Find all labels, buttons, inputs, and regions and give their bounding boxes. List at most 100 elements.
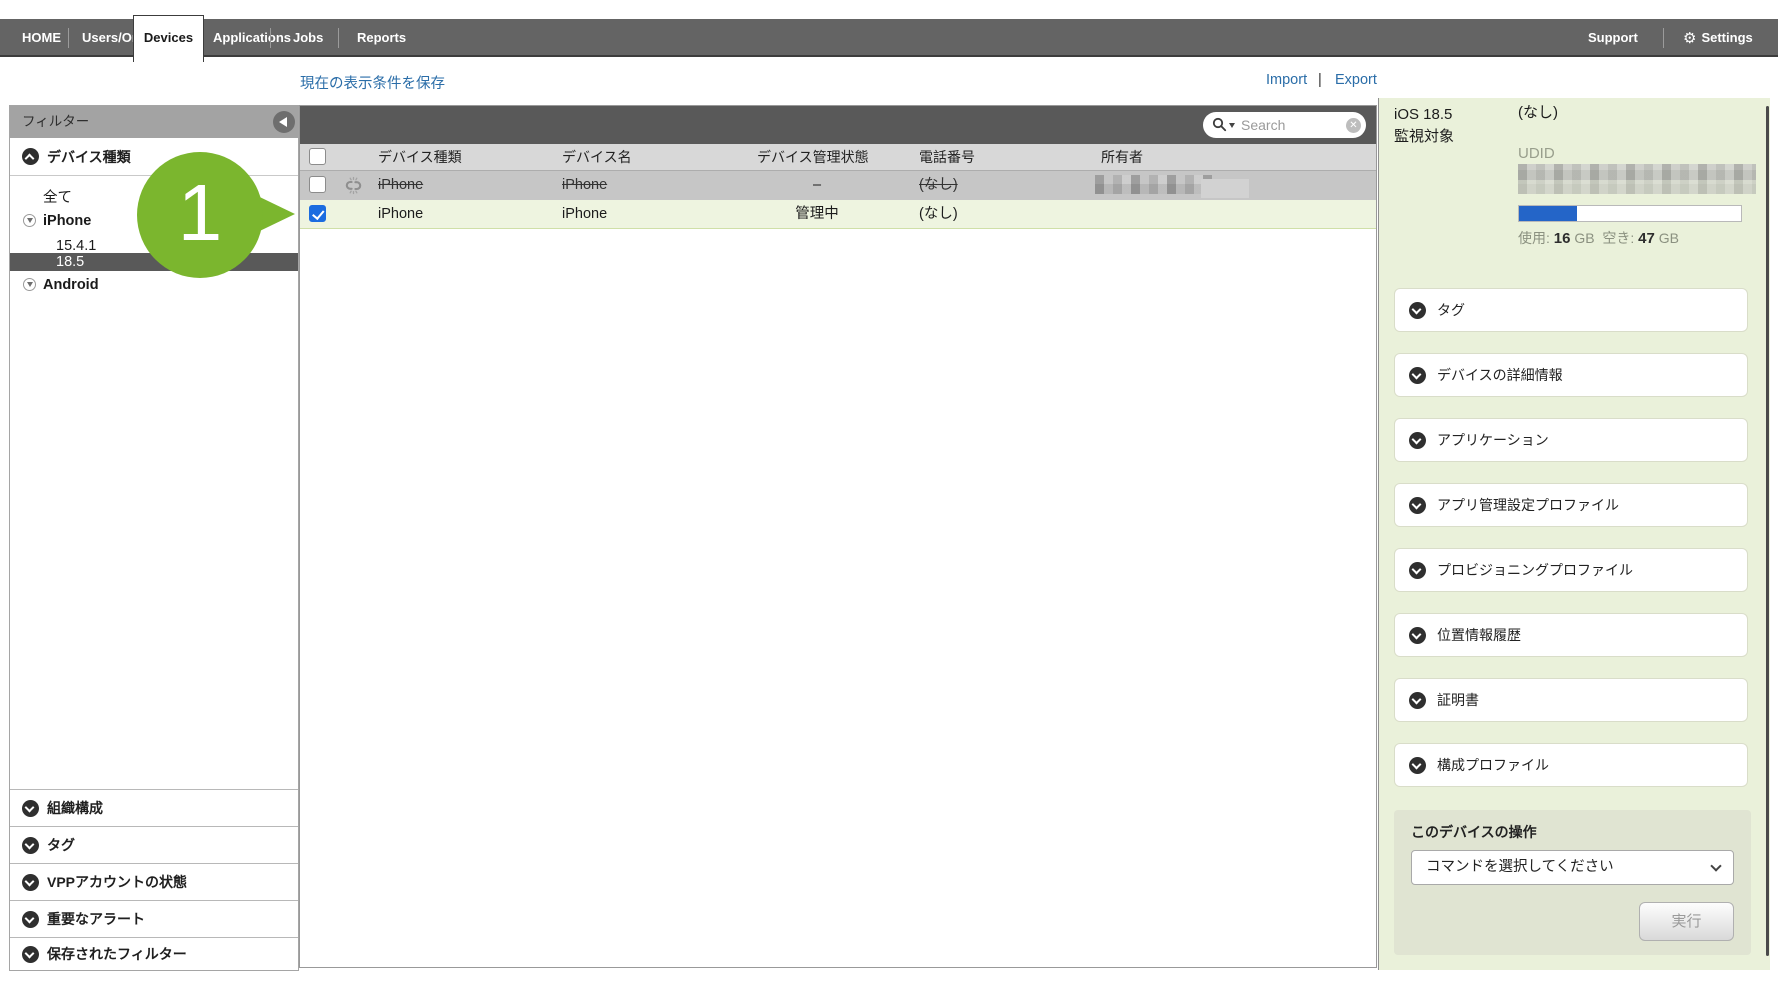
expand-toggle-icon[interactable]	[23, 278, 36, 291]
filter-sidebar: フィルター デバイス種類 全て iPhone 15.4.1 18.5 Andro…	[9, 105, 299, 971]
chevron-down-icon	[1710, 860, 1721, 871]
row-checkbox-checked[interactable]	[309, 205, 326, 222]
storage-bar	[1518, 205, 1742, 222]
nav-item-settings[interactable]: ⚙Settings	[1683, 19, 1753, 57]
chevron-down-circle-icon	[22, 874, 39, 891]
col-mgmt-status[interactable]: デバイス管理状態	[757, 144, 869, 171]
section-tags[interactable]: タグ	[10, 826, 298, 863]
nav-item-applications[interactable]: Applications	[213, 19, 291, 57]
table-toolbar: ✕	[300, 106, 1376, 144]
nav-separator	[1663, 28, 1664, 48]
expand-toggle-icon[interactable]	[23, 214, 36, 227]
nav-separator	[68, 28, 69, 48]
cell-phone: (なし)	[919, 200, 958, 228]
export-link[interactable]: Export	[1335, 72, 1377, 88]
accordion-applications[interactable]: アプリケーション	[1394, 418, 1748, 462]
nav-tab-devices-active[interactable]: Devices	[133, 15, 204, 62]
import-export-separator: |	[1318, 72, 1322, 88]
accordion-app-config-profiles[interactable]: アプリ管理設定プロファイル	[1394, 483, 1748, 527]
android-label: Android	[43, 277, 99, 293]
panel-scrollbar[interactable]	[1766, 106, 1769, 956]
ownership-value: (なし)	[1518, 101, 1558, 122]
filter-item-iphone[interactable]: iPhone	[10, 210, 298, 232]
table-row-removed-device[interactable]: iPhone iPhone – (なし)	[300, 171, 1376, 200]
chevron-down-circle-icon	[22, 837, 39, 854]
select-all-checkbox[interactable]	[309, 148, 326, 165]
command-select[interactable]: コマンドを選択してください	[1411, 850, 1734, 885]
cell-owner-redacted-edge	[1201, 179, 1249, 198]
supervised-label: 監視対象	[1394, 125, 1454, 146]
col-device-type[interactable]: デバイス種類	[378, 144, 462, 171]
unit-label: GB	[1659, 230, 1679, 246]
row-checkbox[interactable]	[309, 176, 326, 193]
free-label: 空き:	[1602, 230, 1634, 246]
col-owner[interactable]: 所有者	[1101, 144, 1143, 171]
filter-item-all[interactable]: 全て	[10, 187, 298, 209]
sidebar-collapse-button[interactable]	[273, 111, 295, 133]
section-label: VPPアカウントの状態	[47, 864, 187, 901]
cell-mgmt-status: –	[757, 171, 877, 199]
execute-button[interactable]: 実行	[1639, 902, 1734, 941]
mdm-console: HOME Users/Org Applications Jobs Reports…	[0, 0, 1778, 1000]
nav-item-support[interactable]: Support	[1588, 19, 1638, 57]
cell-device-name: iPhone	[562, 200, 607, 228]
chevron-down-circle-icon	[22, 800, 39, 817]
col-device-name[interactable]: デバイス名	[562, 144, 632, 171]
chevron-down-circle-icon	[1409, 497, 1426, 514]
accordion-certificates[interactable]: 証明書	[1394, 678, 1748, 722]
section-label: 組織構成	[47, 790, 103, 827]
chevron-down-circle-icon	[1409, 302, 1426, 319]
accordion-label: デバイスの詳細情報	[1437, 354, 1563, 397]
section-device-type[interactable]: デバイス種類	[10, 138, 298, 176]
nav-item-jobs[interactable]: Jobs	[293, 19, 323, 57]
nav-item-home[interactable]: HOME	[22, 19, 61, 57]
filter-sections: 組織構成 タグ VPPアカウントの状態 重要なアラート 保存されたフィルター	[10, 789, 298, 970]
accordion-config-profiles[interactable]: 構成プロファイル	[1394, 743, 1748, 787]
accordion-label: 位置情報履歴	[1437, 614, 1521, 657]
broken-link-icon	[344, 176, 363, 195]
nav-separator	[338, 28, 339, 48]
chevron-down-circle-icon	[1409, 367, 1426, 384]
chevron-down-circle-icon	[22, 911, 39, 928]
section-org-structure[interactable]: 組織構成	[10, 789, 298, 826]
search-scope-caret-icon[interactable]	[1229, 123, 1235, 128]
top-nav: HOME Users/Org Applications Jobs Reports…	[0, 19, 1778, 57]
chevron-down-circle-icon	[22, 946, 39, 963]
section-label: 保存されたフィルター	[47, 938, 187, 971]
chevron-down-circle-icon	[1409, 692, 1426, 709]
command-select-value: コマンドを選択してください	[1426, 851, 1614, 884]
save-current-view-link[interactable]: 現在の表示条件を保存	[300, 72, 445, 93]
device-os-version: iOS 18.5	[1394, 106, 1452, 123]
section-label: タグ	[47, 827, 75, 864]
chevron-down-circle-icon	[1409, 757, 1426, 774]
storage-usage-text: 使用: 16 GB 空き: 47 GB	[1518, 228, 1679, 248]
nav-item-reports[interactable]: Reports	[357, 19, 406, 57]
col-phone-number[interactable]: 電話番号	[919, 144, 975, 171]
udid-value-redacted	[1518, 164, 1756, 180]
chevron-down-circle-icon	[1409, 562, 1426, 579]
table-header-row: デバイス種類 デバイス名 デバイス管理状態 電話番号 所有者	[300, 144, 1376, 171]
table-row-selected-device[interactable]: iPhone iPhone 管理中 (なし)	[300, 200, 1376, 229]
section-vpp-account-status[interactable]: VPPアカウントの状態	[10, 863, 298, 900]
search-box[interactable]: ✕	[1203, 112, 1366, 138]
accordion-device-details[interactable]: デバイスの詳細情報	[1394, 353, 1748, 397]
filter-item-ios-18-5-selected[interactable]: 18.5	[10, 253, 298, 271]
accordion-provisioning-profiles[interactable]: プロビジョニングプロファイル	[1394, 548, 1748, 592]
section-saved-filters[interactable]: 保存されたフィルター	[10, 937, 298, 970]
cell-phone: (なし)	[919, 171, 958, 199]
used-value: 16	[1554, 230, 1571, 247]
section-important-alerts[interactable]: 重要なアラート	[10, 900, 298, 937]
search-input[interactable]	[1241, 115, 1329, 135]
accordion-label: タグ	[1437, 289, 1465, 332]
search-clear-icon[interactable]: ✕	[1346, 118, 1361, 133]
accordion-location-history[interactable]: 位置情報履歴	[1394, 613, 1748, 657]
cell-mgmt-status: 管理中	[757, 200, 877, 228]
accordion-tags[interactable]: タグ	[1394, 288, 1748, 332]
device-table: ✕ デバイス種類 デバイス名 デバイス管理状態 電話番号 所有者	[299, 105, 1377, 968]
accordion-label: 証明書	[1437, 679, 1479, 722]
import-link[interactable]: Import	[1266, 72, 1307, 88]
settings-label: Settings	[1701, 30, 1752, 45]
filter-item-android[interactable]: Android	[10, 274, 298, 296]
chevron-up-circle-icon	[22, 148, 39, 165]
iphone-label: iPhone	[43, 213, 91, 229]
